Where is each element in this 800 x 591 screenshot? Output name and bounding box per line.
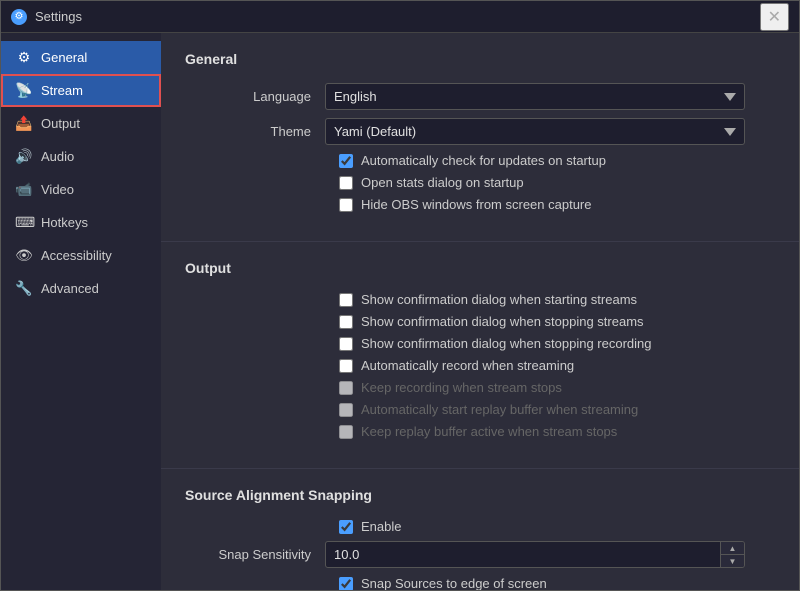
- sensitivity-down-arrow[interactable]: ▼: [721, 555, 744, 567]
- confirm-stop-rec-checkbox[interactable]: [339, 337, 353, 351]
- auto-check-label: Automatically check for updates on start…: [361, 153, 606, 168]
- confirm-stop-stream-row: Show confirmation dialog when stopping s…: [185, 314, 775, 329]
- confirm-start-label: Show confirmation dialog when starting s…: [361, 292, 637, 307]
- snapping-section: Source Alignment Snapping Enable Snap Se…: [161, 469, 799, 590]
- enable-snapping-row: Enable: [185, 519, 775, 534]
- close-button[interactable]: ✕: [760, 3, 789, 31]
- general-icon: ⚙: [15, 49, 33, 66]
- open-stats-label: Open stats dialog on startup: [361, 175, 524, 190]
- keep-recording-row: Keep recording when stream stops: [185, 380, 775, 395]
- confirm-start-row: Show confirmation dialog when starting s…: [185, 292, 775, 307]
- sidebar-label-advanced: Advanced: [41, 281, 99, 296]
- stream-icon: 📡: [15, 82, 33, 99]
- auto-record-checkbox[interactable]: [339, 359, 353, 373]
- auto-record-row: Automatically record when streaming: [185, 358, 775, 373]
- audio-icon: 🔊: [15, 148, 33, 165]
- keep-replay-label: Keep replay buffer active when stream st…: [361, 424, 617, 439]
- hide-obs-row: Hide OBS windows from screen capture: [185, 197, 775, 212]
- sidebar-label-general: General: [41, 50, 87, 65]
- sidebar-item-video[interactable]: 📹 Video: [1, 173, 161, 206]
- hide-obs-checkbox[interactable]: [339, 198, 353, 212]
- hide-obs-label: Hide OBS windows from screen capture: [361, 197, 591, 212]
- snap-edge-label: Snap Sources to edge of screen: [361, 576, 547, 590]
- sidebar-item-audio[interactable]: 🔊 Audio: [1, 140, 161, 173]
- sidebar-item-accessibility[interactable]: 👁 Accessibility: [1, 239, 161, 272]
- sidebar-item-advanced[interactable]: 🔧 Advanced: [1, 272, 161, 305]
- open-stats-row: Open stats dialog on startup: [185, 175, 775, 190]
- sensitivity-control: 10.0 ▲ ▼: [325, 541, 745, 568]
- snapping-section-title: Source Alignment Snapping: [185, 487, 775, 503]
- app-icon: ⚙: [11, 9, 27, 25]
- sidebar-item-general[interactable]: ⚙ General: [1, 41, 161, 74]
- content-area: ⚙ General 📡 Stream 📤 Output 🔊 Audio 📹 Vi…: [1, 33, 799, 590]
- auto-replay-checkbox: [339, 403, 353, 417]
- language-row: Language English: [185, 83, 775, 110]
- auto-replay-label: Automatically start replay buffer when s…: [361, 402, 638, 417]
- hotkeys-icon: ⌨: [15, 214, 33, 231]
- video-icon: 📹: [15, 181, 33, 198]
- auto-record-label: Automatically record when streaming: [361, 358, 574, 373]
- language-control: English: [325, 83, 745, 110]
- sidebar-label-audio: Audio: [41, 149, 74, 164]
- keep-replay-checkbox: [339, 425, 353, 439]
- snap-edge-checkbox[interactable]: [339, 577, 353, 591]
- snap-edge-row: Snap Sources to edge of screen: [185, 576, 775, 590]
- confirm-stop-rec-row: Show confirmation dialog when stopping r…: [185, 336, 775, 351]
- sidebar-label-video: Video: [41, 182, 74, 197]
- confirm-stop-stream-label: Show confirmation dialog when stopping s…: [361, 314, 644, 329]
- theme-control: Yami (Default): [325, 118, 745, 145]
- advanced-icon: 🔧: [15, 280, 33, 297]
- sensitivity-up-arrow[interactable]: ▲: [721, 542, 744, 555]
- confirm-stop-stream-checkbox[interactable]: [339, 315, 353, 329]
- general-section: General Language English Theme Yami (Def…: [161, 33, 799, 242]
- sensitivity-row: Snap Sensitivity 10.0 ▲ ▼: [185, 541, 775, 568]
- theme-label: Theme: [185, 124, 325, 139]
- auto-check-checkbox[interactable]: [339, 154, 353, 168]
- sidebar-item-output[interactable]: 📤 Output: [1, 107, 161, 140]
- accessibility-icon: 👁: [15, 247, 33, 264]
- auto-replay-row: Automatically start replay buffer when s…: [185, 402, 775, 417]
- theme-row: Theme Yami (Default): [185, 118, 775, 145]
- sensitivity-dropdown[interactable]: 10.0: [325, 541, 745, 568]
- keep-recording-checkbox: [339, 381, 353, 395]
- output-section: Output Show confirmation dialog when sta…: [161, 242, 799, 469]
- sensitivity-label: Snap Sensitivity: [185, 547, 325, 562]
- language-label: Language: [185, 89, 325, 104]
- sidebar-label-stream: Stream: [41, 83, 83, 98]
- keep-replay-row: Keep replay buffer active when stream st…: [185, 424, 775, 439]
- sidebar: ⚙ General 📡 Stream 📤 Output 🔊 Audio 📹 Vi…: [1, 33, 161, 590]
- sidebar-label-hotkeys: Hotkeys: [41, 215, 88, 230]
- theme-dropdown[interactable]: Yami (Default): [325, 118, 745, 145]
- window-title: Settings: [35, 9, 82, 24]
- language-dropdown[interactable]: English: [325, 83, 745, 110]
- confirm-stop-rec-label: Show confirmation dialog when stopping r…: [361, 336, 652, 351]
- sensitivity-arrows: ▲ ▼: [720, 542, 744, 567]
- sidebar-label-output: Output: [41, 116, 80, 131]
- enable-snapping-checkbox[interactable]: [339, 520, 353, 534]
- main-panel: General Language English Theme Yami (Def…: [161, 33, 799, 590]
- titlebar-left: ⚙ Settings: [11, 9, 82, 25]
- general-section-title: General: [185, 51, 775, 67]
- sidebar-item-hotkeys[interactable]: ⌨ Hotkeys: [1, 206, 161, 239]
- sidebar-label-accessibility: Accessibility: [41, 248, 112, 263]
- open-stats-checkbox[interactable]: [339, 176, 353, 190]
- auto-check-row: Automatically check for updates on start…: [185, 153, 775, 168]
- enable-snapping-label: Enable: [361, 519, 401, 534]
- settings-window: ⚙ Settings ✕ ⚙ General 📡 Stream 📤 Output…: [0, 0, 800, 591]
- output-icon: 📤: [15, 115, 33, 132]
- output-section-title: Output: [185, 260, 775, 276]
- titlebar: ⚙ Settings ✕: [1, 1, 799, 33]
- keep-recording-label: Keep recording when stream stops: [361, 380, 562, 395]
- confirm-start-checkbox[interactable]: [339, 293, 353, 307]
- sidebar-item-stream[interactable]: 📡 Stream: [1, 74, 161, 107]
